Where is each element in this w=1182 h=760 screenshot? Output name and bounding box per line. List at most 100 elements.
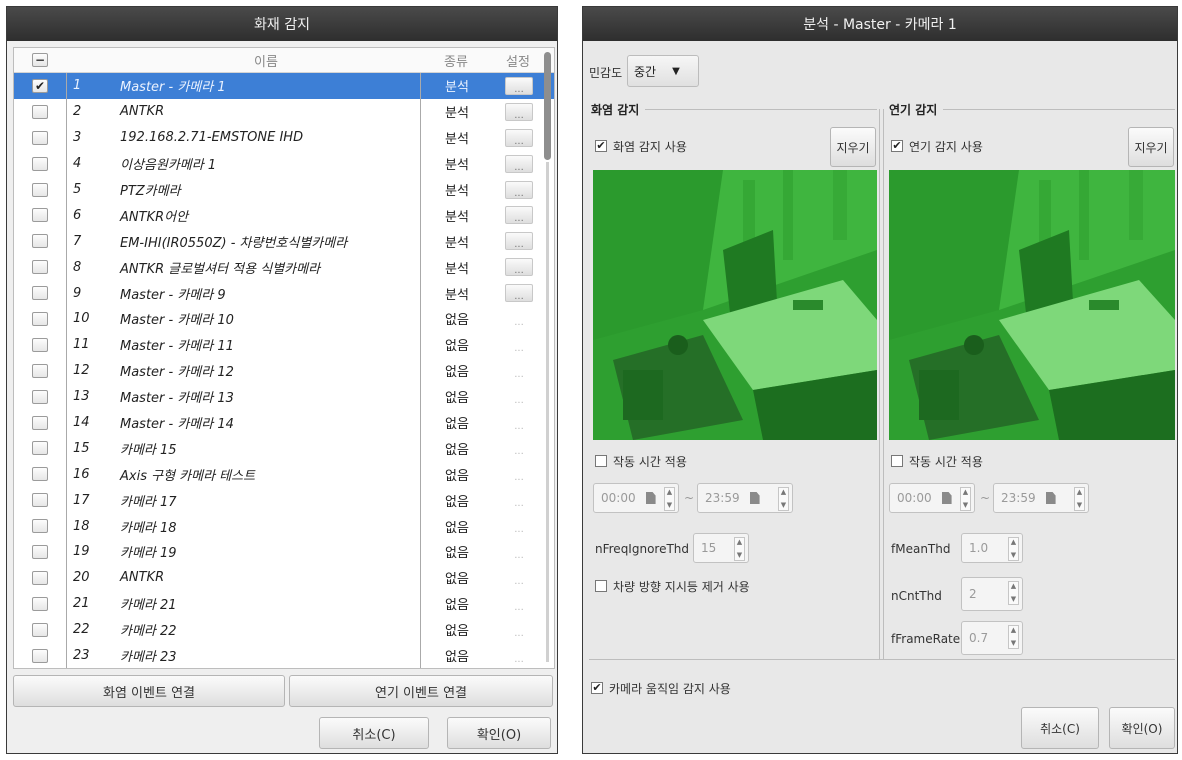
- fire-event-link-button[interactable]: 화염 이벤트 연결: [13, 675, 285, 707]
- row-checkbox[interactable]: [32, 441, 48, 456]
- table-row[interactable]: 22 카메라 22 없음...: [14, 616, 554, 643]
- row-settings-button[interactable]: ...: [505, 102, 533, 121]
- row-settings-button[interactable]: ...: [505, 258, 533, 277]
- cancel-button[interactable]: 취소(C): [1021, 707, 1099, 749]
- turn-signal-checkbox[interactable]: [595, 580, 607, 592]
- sensitivity-select[interactable]: 중간 ▼: [627, 55, 699, 87]
- row-checkbox[interactable]: [32, 260, 48, 275]
- fire-start-time-input[interactable]: 00:00 ▲ ▼: [593, 483, 679, 513]
- table-row[interactable]: 10 Master - 카메라 10 없음...: [14, 306, 554, 332]
- stepper-arrows-icon[interactable]: ▲ ▼: [1008, 625, 1019, 649]
- smoke-start-time-input[interactable]: 00:00 ▲ ▼: [889, 483, 975, 513]
- row-settings-button[interactable]: ...: [505, 128, 533, 147]
- table-row[interactable]: 16 Axis 구형 카메라 테스트 없음...: [14, 461, 554, 488]
- row-checkbox[interactable]: [32, 286, 48, 301]
- row-checkbox[interactable]: [32, 648, 48, 663]
- row-settings-button[interactable]: ...: [506, 492, 532, 509]
- table-row[interactable]: 14 Master - 카메라 14 없음...: [14, 409, 554, 436]
- row-checkbox[interactable]: [32, 311, 48, 326]
- row-checkbox[interactable]: [32, 622, 48, 637]
- row-settings-button[interactable]: ...: [505, 76, 533, 95]
- smoke-camera-preview[interactable]: [889, 170, 1175, 440]
- smoke-clear-button[interactable]: 지우기: [1128, 127, 1174, 167]
- column-header-name[interactable]: 이름: [112, 51, 420, 70]
- table-row[interactable]: 23 카메라 23 없음...: [14, 642, 554, 668]
- fire-clear-button[interactable]: 지우기: [830, 127, 876, 167]
- row-checkbox[interactable]: [32, 544, 48, 559]
- row-checkbox[interactable]: [32, 415, 48, 430]
- row-settings-button[interactable]: ...: [505, 180, 533, 199]
- table-row[interactable]: 13 Master - 카메라 13 없음...: [14, 383, 554, 410]
- table-row[interactable]: 15 카메라 15 없음...: [14, 435, 554, 462]
- frame-rate-stepper[interactable]: 0.7 ▲ ▼: [961, 621, 1023, 655]
- row-checkbox[interactable]: [32, 130, 48, 145]
- row-settings-button[interactable]: ...: [506, 311, 532, 327]
- table-row[interactable]: 1 Master - 카메라 1 분석...: [14, 73, 554, 99]
- table-row[interactable]: 11 Master - 카메라 11 없음...: [14, 331, 554, 358]
- column-header-type[interactable]: 종류: [420, 51, 492, 70]
- camera-motion-checkbox[interactable]: [591, 682, 603, 694]
- smoke-end-time-input[interactable]: 23:59 ▲ ▼: [993, 483, 1089, 513]
- row-checkbox[interactable]: [32, 596, 48, 611]
- smoke-enable-checkbox[interactable]: [891, 140, 903, 152]
- table-row[interactable]: 4 이상음원카메라 1 분석...: [14, 150, 554, 177]
- row-settings-button[interactable]: ...: [506, 466, 532, 483]
- table-row[interactable]: 8 ANTKR 글로벌셔터 적용 식별카메라 분석...: [14, 254, 554, 281]
- row-settings-button[interactable]: ...: [506, 544, 532, 560]
- fire-enable-checkbox[interactable]: [595, 140, 607, 152]
- mean-thd-stepper[interactable]: 1.0 ▲ ▼: [961, 533, 1023, 563]
- time-stepper-arrows-icon[interactable]: ▲ ▼: [960, 487, 971, 511]
- row-checkbox[interactable]: [32, 570, 48, 585]
- table-row[interactable]: 12 Master - 카메라 12 없음...: [14, 357, 554, 384]
- fire-schedule-checkbox[interactable]: [595, 455, 607, 467]
- select-all-checkbox[interactable]: [32, 53, 48, 67]
- ok-button[interactable]: 확인(O): [1109, 707, 1175, 749]
- row-settings-button[interactable]: ...: [505, 206, 533, 225]
- freq-ignore-stepper[interactable]: 15 ▲ ▼: [693, 533, 749, 563]
- smoke-event-link-button[interactable]: 연기 이벤트 연결: [289, 675, 553, 707]
- table-row[interactable]: 9 Master - 카메라 9 분석...: [14, 280, 554, 307]
- time-stepper-arrows-icon[interactable]: ▲ ▼: [664, 487, 675, 511]
- table-row[interactable]: 20 ANTKR 없음...: [14, 564, 554, 591]
- column-header-settings[interactable]: 설정: [492, 51, 544, 70]
- row-settings-button[interactable]: ...: [506, 363, 532, 379]
- cnt-thd-stepper[interactable]: 2 ▲ ▼: [961, 577, 1023, 611]
- row-checkbox[interactable]: [32, 467, 48, 482]
- row-settings-button[interactable]: ...: [506, 415, 532, 431]
- row-checkbox[interactable]: [32, 519, 48, 534]
- row-checkbox[interactable]: [32, 493, 48, 508]
- row-settings-button[interactable]: ...: [506, 596, 532, 612]
- scrollbar-track[interactable]: [546, 162, 549, 662]
- table-row[interactable]: 19 카메라 19 없음...: [14, 539, 554, 565]
- row-settings-button[interactable]: ...: [506, 389, 532, 405]
- time-stepper-arrows-icon[interactable]: ▲ ▼: [778, 487, 789, 511]
- table-row[interactable]: 6 ANTKR어안 분석...: [14, 202, 554, 229]
- row-settings-button[interactable]: ...: [505, 154, 533, 173]
- table-row[interactable]: 17 카메라 17 없음...: [14, 487, 554, 514]
- row-checkbox[interactable]: [32, 104, 48, 119]
- table-row[interactable]: 3 192.168.2.71-EMSTONE IHD 분석...: [14, 124, 554, 151]
- row-settings-button[interactable]: ...: [506, 337, 532, 353]
- table-row[interactable]: 7 EM-IHI(IR0550Z) - 차량번호식별카메라 분석...: [14, 228, 554, 255]
- fire-camera-preview[interactable]: [593, 170, 877, 440]
- stepper-arrows-icon[interactable]: ▲ ▼: [1008, 537, 1019, 561]
- row-checkbox[interactable]: [32, 208, 48, 223]
- smoke-schedule-checkbox[interactable]: [891, 455, 903, 467]
- row-checkbox[interactable]: [32, 182, 48, 197]
- stepper-arrows-icon[interactable]: ▲ ▼: [734, 537, 745, 561]
- row-settings-button[interactable]: ...: [505, 284, 533, 303]
- row-settings-button[interactable]: ...: [506, 648, 532, 664]
- table-row[interactable]: 21 카메라 21 없음...: [14, 590, 554, 617]
- row-settings-button[interactable]: ...: [506, 622, 532, 638]
- table-row[interactable]: 5 PTZ카메라 분석...: [14, 176, 554, 203]
- row-settings-button[interactable]: ...: [506, 440, 532, 457]
- row-checkbox[interactable]: [32, 156, 48, 171]
- row-checkbox[interactable]: [32, 337, 48, 352]
- row-settings-button[interactable]: ...: [506, 570, 532, 586]
- stepper-arrows-icon[interactable]: ▲ ▼: [1008, 581, 1019, 605]
- fire-end-time-input[interactable]: 23:59 ▲ ▼: [697, 483, 793, 513]
- table-scrollbar[interactable]: [542, 52, 552, 664]
- time-stepper-arrows-icon[interactable]: ▲ ▼: [1074, 487, 1085, 511]
- row-settings-button[interactable]: ...: [505, 232, 533, 251]
- row-settings-button[interactable]: ...: [506, 518, 532, 535]
